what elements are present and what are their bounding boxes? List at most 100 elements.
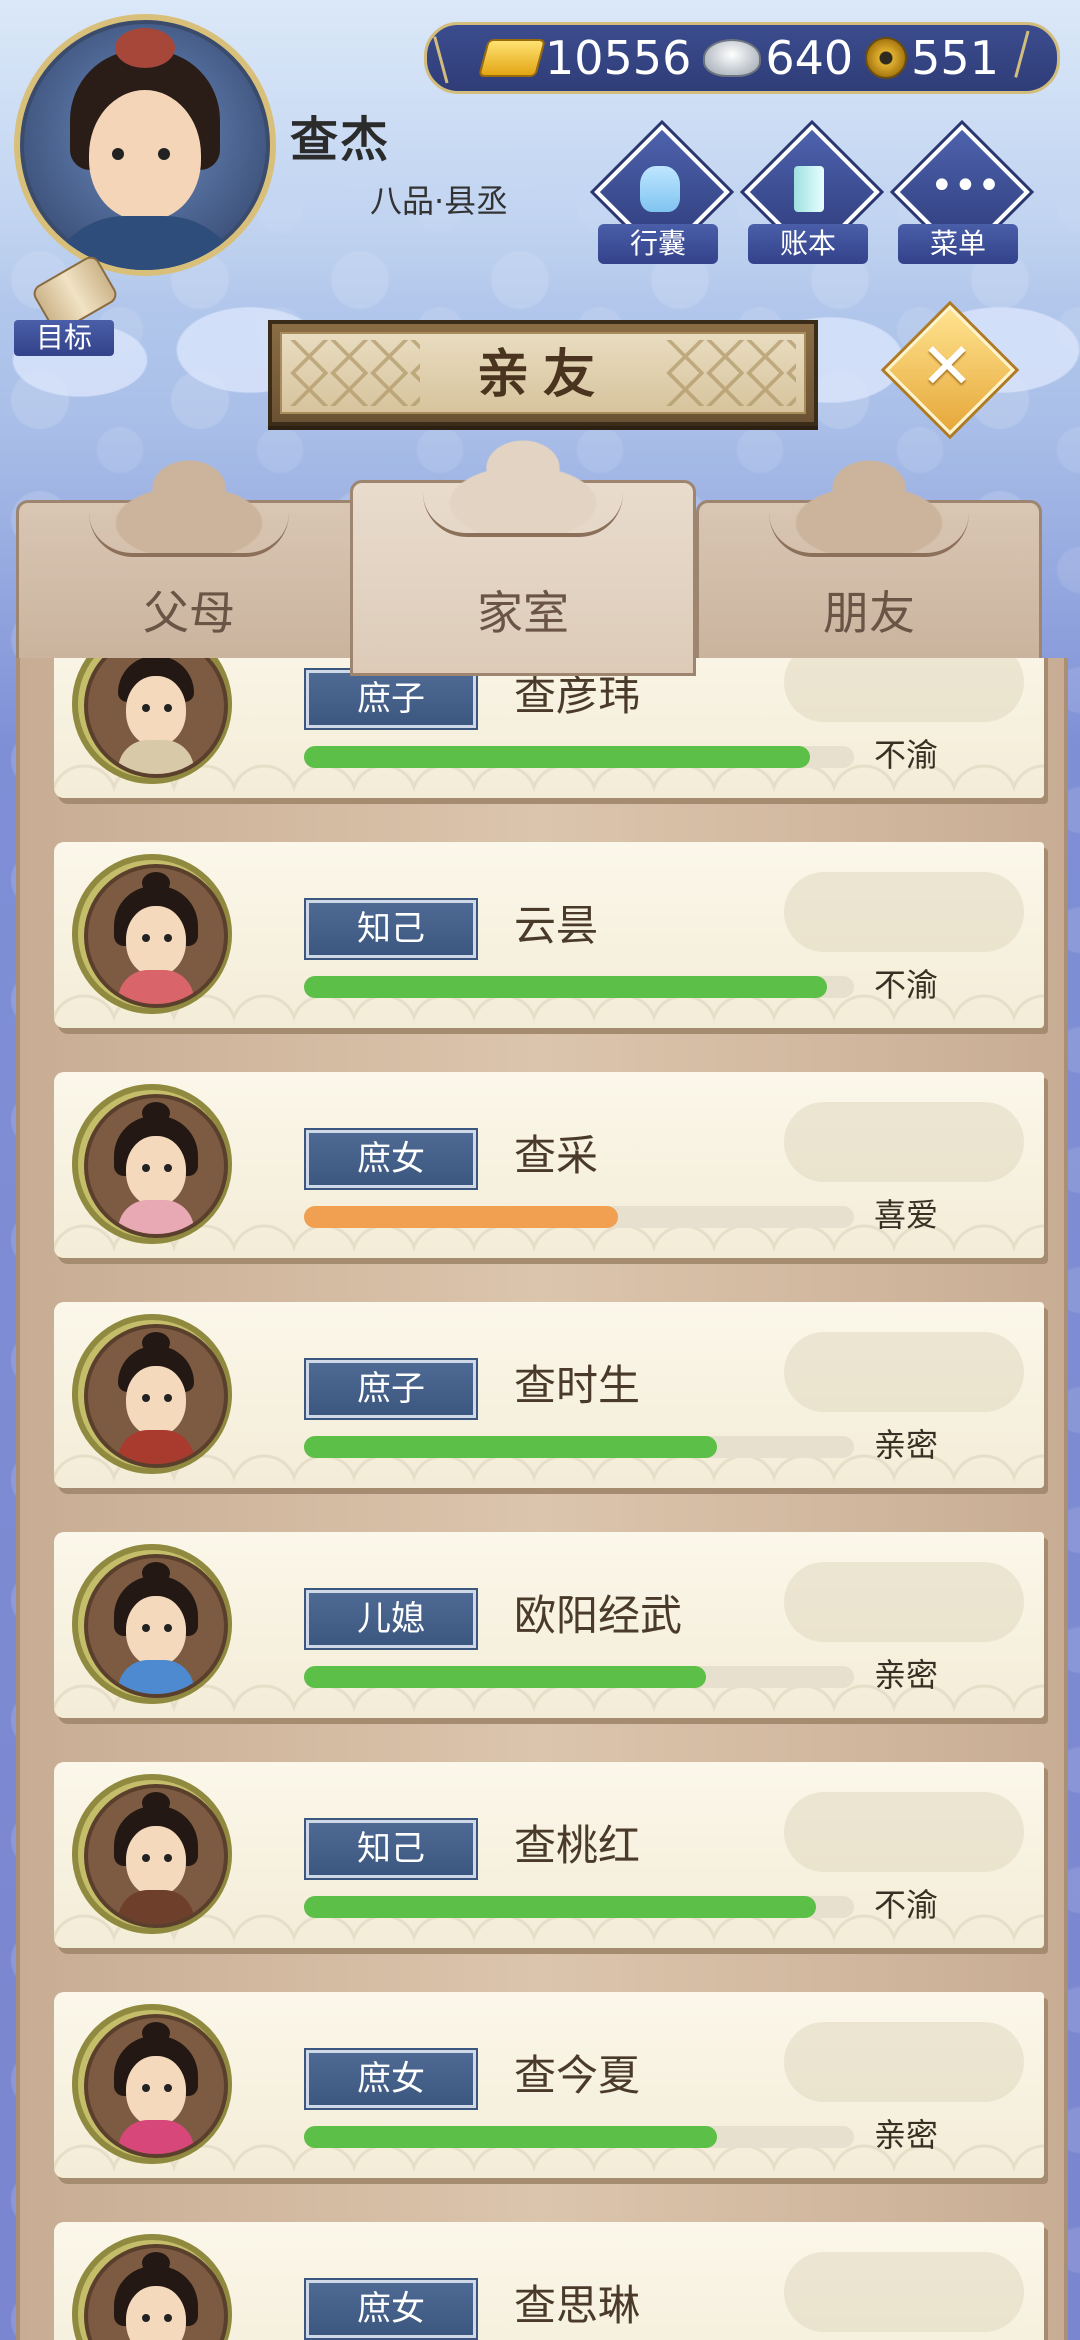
bag-label: 行囊 [598, 224, 718, 264]
close-icon: ✕ [920, 330, 974, 404]
portrait-eye-right [164, 1164, 172, 1172]
card-cloud-decoration [784, 1102, 1024, 1182]
page-title: 亲友 [476, 345, 609, 405]
affection-bar [304, 1206, 854, 1228]
member-name: 查时生 [514, 1361, 641, 1410]
member-name: 查采 [514, 1131, 599, 1180]
member-name: 查今夏 [514, 2051, 641, 2100]
role-badge: 庶女 [306, 1130, 476, 1188]
portrait-robe [118, 1430, 194, 1464]
portrait-eye-left [142, 1854, 150, 1862]
portrait-eye-right [164, 1854, 172, 1862]
menu-button[interactable]: ••• 菜单 [894, 124, 1030, 264]
portrait-face [126, 1136, 186, 1206]
member-card[interactable]: 庶子 查时生 亲密 [54, 1302, 1048, 1498]
portrait-robe [118, 2120, 194, 2154]
portrait-frame [72, 1314, 232, 1474]
member-name: 欧阳经武 [514, 1591, 683, 1640]
copper-coin-icon [865, 37, 908, 79]
gold-currency: 10556 [477, 31, 692, 85]
card-cloud-decoration [784, 872, 1024, 952]
portrait-robe [118, 1200, 194, 1234]
relationship-status: 不渝 [874, 736, 939, 774]
tab-family[interactable]: 家室 [350, 433, 696, 676]
portrait-face [126, 2056, 186, 2126]
portrait-face [126, 1826, 186, 1896]
card-cloud-decoration [784, 1792, 1024, 1872]
portrait-eye-right [164, 2084, 172, 2092]
portrait-robe [118, 740, 194, 774]
portrait-face [126, 906, 186, 976]
affection-bar [304, 1896, 854, 1918]
member-card[interactable]: 庶子 查彦玮 不渝 [54, 658, 1048, 808]
member-card[interactable]: 庶女 查今夏 亲密 [54, 1992, 1048, 2188]
portrait-hair-bun [142, 1102, 170, 1124]
member-name: 查桃红 [514, 1821, 641, 1870]
player-info: 查杰 八品·县丞 [290, 100, 508, 220]
portrait-robe [118, 1890, 194, 1924]
affection-bar-fill [304, 746, 810, 768]
member-card[interactable]: 庶女 查思琳 [54, 2222, 1048, 2340]
role-badge: 儿媳 [306, 1590, 476, 1648]
player-name: 查杰 [290, 112, 391, 168]
player-avatar[interactable] [14, 14, 276, 276]
portrait-eye-right [164, 1624, 172, 1632]
portrait-face [126, 1596, 186, 1666]
portrait-eye-right [164, 704, 172, 712]
affection-bar-fill [304, 1666, 706, 1688]
member-card[interactable]: 儿媳 欧阳经武 亲密 [54, 1532, 1048, 1728]
tab-friends[interactable]: 朋友 [696, 453, 1042, 676]
portrait-hair-bun [142, 1562, 170, 1584]
portrait-eye-left [142, 2314, 150, 2322]
card-cloud-decoration [784, 2252, 1024, 2332]
gold-amount: 10556 [545, 31, 692, 85]
tab-bar: 父母 家室 朋友 [16, 433, 1056, 676]
card-cloud-decoration [784, 1562, 1024, 1642]
portrait-eye-right [164, 934, 172, 942]
portrait-eye-left [142, 934, 150, 942]
ledger-button[interactable]: 账本 [744, 124, 880, 264]
more-dots-icon: ••• [930, 163, 1001, 209]
tab-label: 朋友 [823, 586, 915, 640]
member-portrait [84, 1554, 228, 1698]
relationship-status: 不渝 [874, 966, 939, 1004]
member-card[interactable]: 庶女 查采 喜爱 [54, 1072, 1048, 1268]
bamboo-right-decoration [1014, 30, 1051, 84]
affection-bar-fill [304, 1896, 816, 1918]
member-list[interactable]: 庶子 查彦玮 不渝 知己 云昙 不渝 庶女 查采 喜爱 庶子 查时生 亲密 儿媳… [16, 658, 1068, 2340]
tab-label: 父母 [143, 586, 235, 640]
avatar-eye-left [112, 148, 124, 160]
card-cloud-decoration [784, 2022, 1024, 2102]
relationship-status: 亲密 [874, 1656, 939, 1694]
affection-bar-fill [304, 1206, 618, 1228]
portrait-robe [118, 970, 194, 1004]
ledger-label: 账本 [748, 224, 868, 264]
portrait-frame [72, 854, 232, 1014]
member-card[interactable]: 知己 查桃红 不渝 [54, 1762, 1048, 1958]
menu-label: 菜单 [898, 224, 1018, 264]
relationship-status: 亲密 [874, 2116, 939, 2154]
gold-ingot-icon [477, 39, 547, 77]
tab-swirl-decoration [769, 513, 969, 557]
relationship-status: 不渝 [874, 1886, 939, 1924]
portrait-frame [72, 1774, 232, 1934]
goal-label: 目标 [14, 320, 114, 356]
affection-bar [304, 1436, 854, 1458]
portrait-hair-bun [142, 872, 170, 894]
portrait-eye-left [142, 2084, 150, 2092]
coin-currency: 551 [865, 31, 999, 85]
goal-button[interactable]: 目标 [14, 252, 124, 358]
affection-bar [304, 1666, 854, 1688]
member-portrait [84, 1324, 228, 1468]
bag-button[interactable]: 行囊 [594, 124, 730, 264]
member-card[interactable]: 知己 云昙 不渝 [54, 842, 1048, 1038]
card-cloud-decoration [784, 658, 1024, 722]
currency-bar: 10556 640 551 [424, 22, 1060, 94]
silver-ingot-icon [703, 39, 762, 77]
portrait-hair-bun [142, 1792, 170, 1814]
portrait-eye-right [164, 1394, 172, 1402]
tab-parents[interactable]: 父母 [16, 453, 362, 676]
portrait-eye-left [142, 1624, 150, 1632]
coin-amount: 551 [911, 31, 999, 85]
avatar-hat [115, 28, 175, 68]
